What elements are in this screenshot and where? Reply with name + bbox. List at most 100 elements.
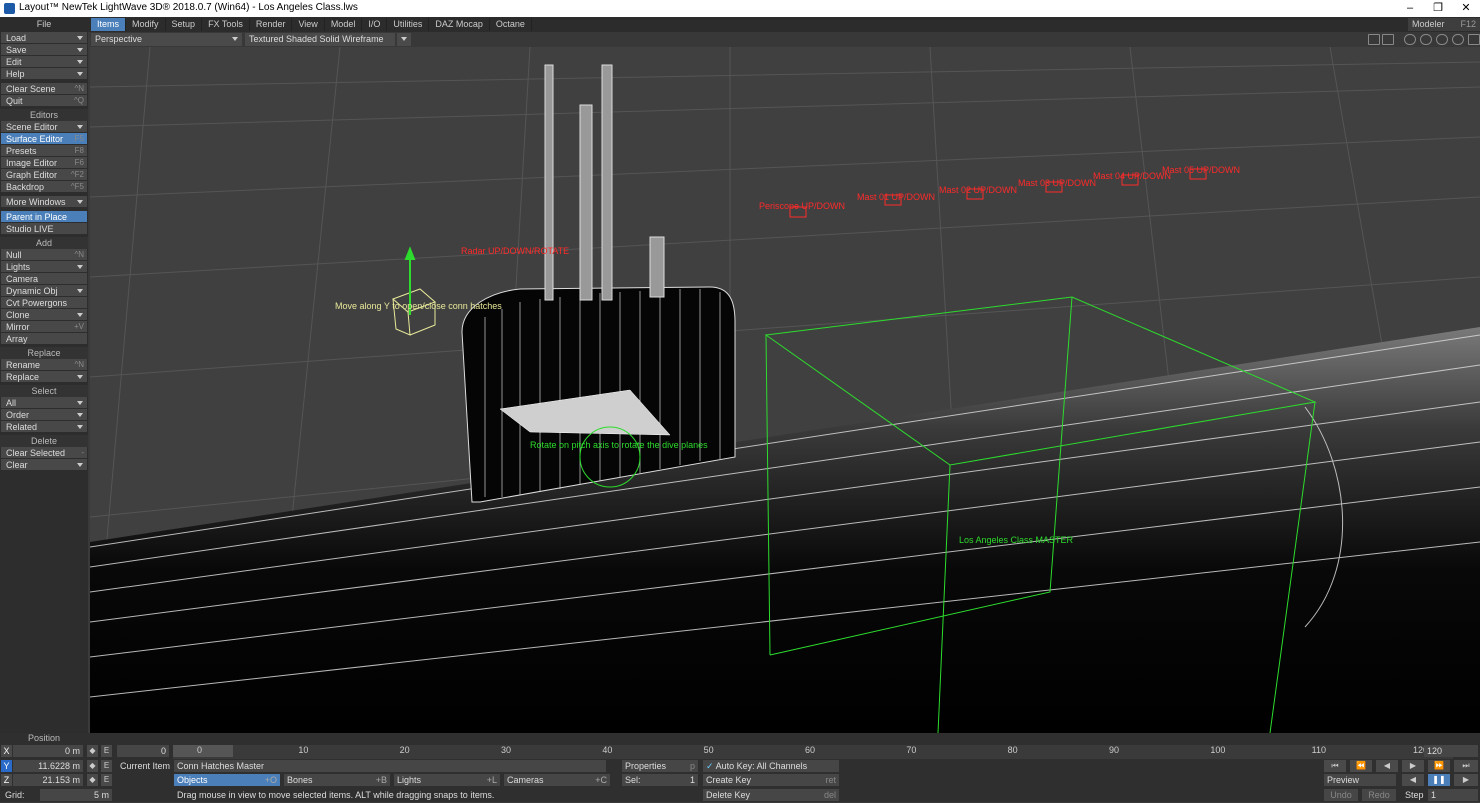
z-position-field[interactable]: 21.153 m — [13, 774, 83, 786]
tab-daz-mocap[interactable]: DAZ Mocap — [429, 18, 490, 31]
sidebar-item-label: Lights — [6, 262, 31, 272]
sidebar-quit-button[interactable]: Quit ^Q — [1, 95, 87, 107]
sidebar-scene-editor-button[interactable]: Scene Editor — [1, 121, 87, 133]
tab-view[interactable]: View — [292, 18, 325, 31]
viewport-layout-icon[interactable] — [1382, 34, 1394, 45]
tab-items[interactable]: Items — [91, 18, 127, 31]
play-icon[interactable]: ▶ — [1454, 774, 1478, 786]
z-reset-icon[interactable]: ◆ — [87, 774, 98, 786]
render-mode-dropdown[interactable] — [397, 33, 411, 46]
render-mode-select[interactable]: Textured Shaded Solid Wireframe — [245, 33, 395, 46]
tab-model[interactable]: Model — [325, 18, 363, 31]
sidebar-image-editor-button[interactable]: Image Editor F6 — [1, 157, 87, 169]
tab-utilities[interactable]: Utilities — [387, 18, 430, 31]
rotate-view-icon[interactable] — [1420, 34, 1432, 45]
sidebar-item-label: Backdrop — [6, 182, 45, 192]
timeline-ruler[interactable]: 0 10 20 30 40 50 60 70 80 90 100 110 120 — [173, 745, 1453, 759]
item-type-bones-button[interactable]: Bones +B — [284, 774, 390, 786]
sidebar-save-button[interactable]: Save — [1, 44, 87, 56]
sidebar-replace-button[interactable]: Replace — [1, 371, 87, 383]
close-icon[interactable]: ✕ — [1452, 1, 1480, 16]
last-frame-icon[interactable]: ⏭ — [1454, 760, 1478, 772]
viewport[interactable]: Periscope UP/DOWN Mast 01 UP/DOWN Mast 0… — [90, 47, 1480, 733]
sidebar-all-button[interactable]: All — [1, 397, 87, 409]
play-reverse-icon[interactable]: ◀ — [1402, 774, 1424, 786]
sidebar-load-button[interactable]: Load — [1, 32, 87, 44]
x-reset-icon[interactable]: ◆ — [87, 745, 98, 757]
redo-button[interactable]: Redo — [1362, 789, 1396, 801]
viewport-options-icon[interactable] — [1368, 34, 1380, 45]
create-key-shortcut: ret — [825, 775, 836, 785]
grid-size-field[interactable]: 5 m — [40, 789, 112, 801]
item-type-cameras-button[interactable]: Cameras +C — [504, 774, 610, 786]
sidebar-clear-scene-button[interactable]: Clear Scene ^N — [1, 83, 87, 95]
sidebar-item-label: Studio LIVE — [6, 224, 54, 234]
tab-fx-tools[interactable]: FX Tools — [202, 18, 250, 31]
tab-octane[interactable]: Octane — [490, 18, 532, 31]
sidebar-backdrop-button[interactable]: Backdrop ^F5 — [1, 181, 87, 193]
prev-frame-icon[interactable]: ◀ — [1376, 760, 1398, 772]
sidebar-array-button[interactable]: Array — [1, 333, 87, 345]
next-frame-icon[interactable]: ▶ — [1402, 760, 1424, 772]
sidebar-more-windows-button[interactable]: More Windows — [1, 196, 87, 208]
preview-select[interactable]: Preview — [1324, 774, 1396, 786]
sidebar-related-button[interactable]: Related — [1, 421, 87, 433]
item-type-lights-button[interactable]: Lights +L — [394, 774, 500, 786]
modeler-button[interactable]: Modeler F12 — [1408, 18, 1480, 31]
sidebar-help-button[interactable]: Help — [1, 68, 87, 80]
first-frame-icon[interactable]: ⏮ — [1324, 760, 1346, 772]
frame-end-field[interactable]: 120 — [1424, 745, 1478, 757]
next-key-icon[interactable]: ⏩ — [1428, 760, 1450, 772]
current-frame-slider[interactable] — [173, 745, 233, 757]
sidebar-rename-button[interactable]: Rename ^N — [1, 359, 87, 371]
zoom-view-icon[interactable] — [1452, 34, 1464, 45]
item-type-label: Lights — [397, 775, 422, 785]
orbit-view-icon[interactable] — [1436, 34, 1448, 45]
shortcut-hint: F6 — [74, 158, 84, 167]
y-position-field[interactable]: 11.6228 m — [13, 760, 83, 772]
view-mode-select[interactable]: Perspective — [91, 33, 242, 46]
sidebar-cvt-powergons-button[interactable]: Cvt Powergons — [1, 297, 87, 309]
minimize-icon[interactable]: – — [1396, 1, 1424, 16]
sidebar-graph-editor-button[interactable]: Graph Editor ^F2 — [1, 169, 87, 181]
sidebar-clone-button[interactable]: Clone — [1, 309, 87, 321]
select-header: Select — [0, 385, 88, 397]
x-position-field[interactable]: 0 m — [13, 745, 83, 757]
tab-i-o[interactable]: I/O — [362, 18, 388, 31]
sidebar-mirror-button[interactable]: Mirror +V — [1, 321, 87, 333]
delete-key-button[interactable]: Delete Key del — [703, 789, 839, 801]
move-view-icon[interactable] — [1404, 34, 1416, 45]
undo-button[interactable]: Undo — [1324, 789, 1358, 801]
restore-icon[interactable]: ❐ — [1424, 1, 1452, 16]
pause-icon[interactable]: ❚❚ — [1428, 774, 1450, 786]
auto-key-select[interactable]: ✓ Auto Key: All Channels — [703, 760, 839, 772]
sidebar-presets-button[interactable]: Presets F8 — [1, 145, 87, 157]
sidebar-camera-button[interactable]: Camera — [1, 273, 87, 285]
sidebar-clear-button[interactable]: Clear — [1, 459, 87, 471]
current-item-select[interactable]: Conn Hatches Master — [174, 760, 606, 772]
item-type-objects-button[interactable]: Objects +O — [174, 774, 280, 786]
z-envelope-button[interactable]: E — [101, 774, 112, 786]
sidebar-studio-live-button[interactable]: Studio LIVE — [1, 223, 87, 235]
maximize-viewport-icon[interactable] — [1468, 34, 1480, 45]
tab-render[interactable]: Render — [250, 18, 293, 31]
properties-button[interactable]: Properties p — [622, 760, 698, 772]
dropdown-arrow-icon — [77, 60, 83, 64]
tab-modify[interactable]: Modify — [126, 18, 166, 31]
y-reset-icon[interactable]: ◆ — [87, 760, 98, 772]
sidebar-order-button[interactable]: Order — [1, 409, 87, 421]
sidebar-dynamic-obj-button[interactable]: Dynamic Obj — [1, 285, 87, 297]
sidebar-clear-selected-button[interactable]: Clear Selected - — [1, 447, 87, 459]
x-envelope-button[interactable]: E — [101, 745, 112, 757]
step-field[interactable]: 1 — [1428, 789, 1478, 801]
sidebar-surface-editor-button[interactable]: Surface Editor F5 — [1, 133, 87, 145]
create-key-button[interactable]: Create Key ret — [703, 774, 839, 786]
tab-setup[interactable]: Setup — [166, 18, 203, 31]
sidebar-null-button[interactable]: Null ^N — [1, 249, 87, 261]
sidebar-edit-button[interactable]: Edit — [1, 56, 87, 68]
sidebar-lights-button[interactable]: Lights — [1, 261, 87, 273]
prev-key-icon[interactable]: ⏪ — [1350, 760, 1372, 772]
frame-start-field[interactable]: 0 — [117, 745, 169, 757]
y-envelope-button[interactable]: E — [101, 760, 112, 772]
sidebar-parent-in-place-button[interactable]: Parent in Place — [1, 211, 87, 223]
